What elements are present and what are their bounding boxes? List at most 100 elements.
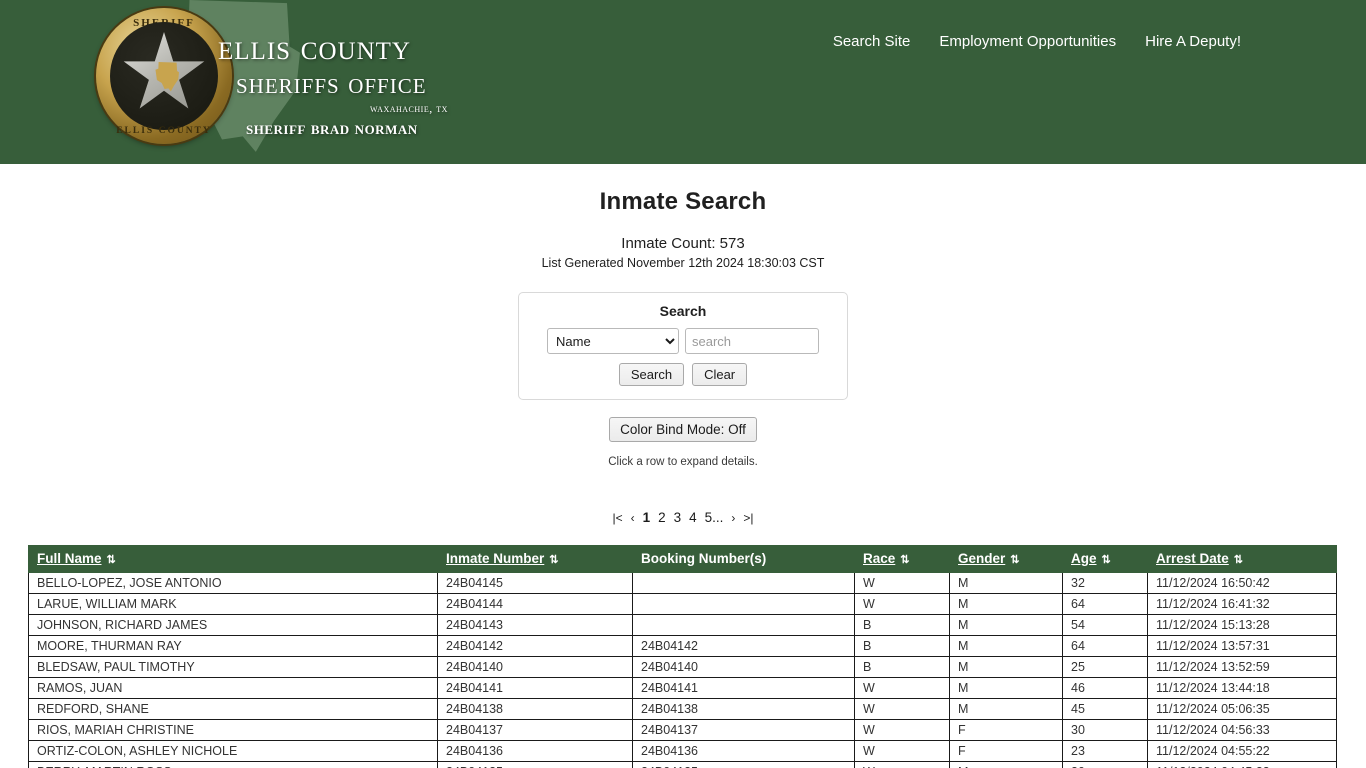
table-row[interactable]: JOHNSON, RICHARD JAMES 24B04143 B M 54 11/12/…	[28, 614, 1337, 636]
cell-full-name: BELLO-LOPEZ, JOSE ANTONIO	[28, 572, 438, 594]
cell-booking-numbers	[632, 572, 855, 594]
sort-icon[interactable]: ⇅	[900, 553, 909, 566]
sort-icon[interactable]: ⇅	[1234, 553, 1243, 566]
cell-full-name: BERRY, MARTIN ROSS	[28, 761, 438, 768]
cell-race: B	[854, 656, 950, 678]
search-panel-title: Search	[659, 303, 707, 319]
pagination-page-5-more[interactable]: 5...	[705, 510, 724, 525]
cell-arrest-date: 11/12/2024 13:57:31	[1147, 635, 1337, 657]
cell-gender: M	[949, 656, 1063, 678]
cell-inmate-number: 24B04137	[437, 719, 633, 741]
sort-icon[interactable]: ⇅	[1102, 553, 1111, 566]
seal-bottom-text: ELLIS COUNTY	[116, 126, 212, 136]
cell-age: 32	[1062, 572, 1148, 594]
table-row[interactable]: BLEDSAW, PAUL TIMOTHY 24B04140 24B04140 B M 2…	[28, 656, 1337, 678]
column-header-full-name-label[interactable]: Full Name	[37, 551, 102, 566]
column-header-gender-label[interactable]: Gender	[958, 551, 1005, 566]
cell-inmate-number: 24B04145	[437, 572, 633, 594]
nav-link-employment-opportunities[interactable]: Employment Opportunities	[939, 33, 1116, 50]
row-expand-hint: Click a row to expand details.	[608, 456, 758, 468]
table-row[interactable]: RIOS, MARIAH CHRISTINE 24B04137 24B04137 W F…	[28, 719, 1337, 741]
column-header-booking-numbers: Booking Number(s)	[632, 545, 855, 573]
cell-gender: M	[949, 635, 1063, 657]
search-input[interactable]	[685, 328, 819, 354]
cell-race: W	[854, 572, 950, 594]
pagination-page-2[interactable]: 2	[658, 510, 666, 525]
sheriff-badge-seal-icon: SHERIFF ELLIS COUNTY	[96, 8, 232, 144]
cell-inmate-number: 24B04135	[437, 761, 633, 768]
cell-inmate-number: 24B04142	[437, 635, 633, 657]
sort-icon[interactable]: ⇅	[549, 553, 558, 566]
sort-icon[interactable]: ⇅	[107, 553, 116, 566]
table-row[interactable]: BERRY, MARTIN ROSS24B0413524B04135WM3011…	[28, 761, 1337, 768]
table-row[interactable]: MOORE, THURMAN RAY 24B04142 24B04142 B M 64 11…	[28, 635, 1337, 657]
cell-gender: M	[949, 572, 1063, 594]
column-header-gender[interactable]: Gender ⇅	[949, 545, 1063, 573]
cell-age: 30	[1062, 719, 1148, 741]
column-header-full-name[interactable]: Full Name ⇅	[28, 545, 438, 573]
column-header-inmate-number[interactable]: Inmate Number ⇅	[437, 545, 633, 573]
cell-inmate-number: 24B04141	[437, 677, 633, 699]
cell-inmate-number: 24B04136	[437, 740, 633, 762]
brand-line-sheriff-name: Sheriff Brad Norman	[246, 117, 418, 138]
table-row[interactable]: BELLO-LOPEZ, JOSE ANTONIO 24B04145 W M 32 11/…	[28, 572, 1337, 594]
cell-race: W	[854, 677, 950, 699]
inmate-table-container: Full Name ⇅ Inmate Number ⇅ Booking Number…	[28, 545, 1337, 768]
cell-gender: F	[949, 740, 1063, 762]
cell-age: 45	[1062, 698, 1148, 720]
table-row[interactable]: ORTIZ-COLON, ASHLEY NICHOLE 24B04136 24B04…	[28, 740, 1337, 762]
column-header-arrest-date[interactable]: Arrest Date ⇅	[1147, 545, 1337, 573]
inmate-table-header-row: Full Name ⇅ Inmate Number ⇅ Booking Number…	[28, 545, 1337, 573]
nav-link-search-site[interactable]: Search Site	[833, 33, 911, 50]
star-icon	[123, 32, 205, 109]
pagination-page-1[interactable]: 1	[643, 510, 651, 525]
texas-star-inset-icon	[155, 62, 179, 92]
cell-gender: M	[949, 698, 1063, 720]
cell-booking-numbers: 24B04135	[632, 761, 855, 768]
cell-arrest-date: 11/12/2024 04:55:22	[1147, 740, 1337, 762]
search-panel: Search Name Search Clear	[518, 292, 848, 400]
pagination-page-4[interactable]: 4	[689, 510, 697, 525]
inmate-count: Inmate Count: 573	[621, 235, 745, 252]
search-button[interactable]: Search	[618, 363, 685, 386]
color-blind-mode-toggle[interactable]: Color Bind Mode: Off	[609, 417, 757, 442]
pagination-first[interactable]: |<	[612, 511, 622, 525]
cell-inmate-number: 24B04138	[437, 698, 633, 720]
inmate-table-body: BELLO-LOPEZ, JOSE ANTONIO 24B04145 W M 32 11/…	[28, 572, 1337, 768]
table-row[interactable]: LARUE, WILLIAM MARK 24B04144 W M 64 11/12/202…	[28, 593, 1337, 615]
main-content: Inmate Search Inmate Count: 573 List Gen…	[0, 188, 1366, 768]
cell-gender: M	[949, 677, 1063, 699]
inmate-table-head: Full Name ⇅ Inmate Number ⇅ Booking Number…	[28, 545, 1337, 573]
cell-race: B	[854, 635, 950, 657]
cell-arrest-date: 11/12/2024 15:13:28	[1147, 614, 1337, 636]
pagination-next[interactable]: ›	[731, 511, 735, 525]
sort-icon[interactable]: ⇅	[1010, 553, 1019, 566]
column-header-arrest-date-label[interactable]: Arrest Date	[1156, 551, 1229, 566]
cell-inmate-number: 24B04144	[437, 593, 633, 615]
table-row[interactable]: RAMOS, JUAN 24B04141 24B04141 W M 46 11/12/202…	[28, 677, 1337, 699]
cell-arrest-date: 11/12/2024 16:50:42	[1147, 572, 1337, 594]
inmate-table: Full Name ⇅ Inmate Number ⇅ Booking Number…	[28, 545, 1337, 768]
cell-arrest-date: 11/12/2024 05:06:35	[1147, 698, 1337, 720]
nav-link-hire-a-deputy[interactable]: Hire A Deputy!	[1145, 33, 1241, 50]
clear-button[interactable]: Clear	[692, 363, 748, 386]
column-header-race[interactable]: Race ⇅	[854, 545, 950, 573]
cell-inmate-number: 24B04140	[437, 656, 633, 678]
pagination-page-3[interactable]: 3	[674, 510, 682, 525]
column-header-race-label[interactable]: Race	[863, 551, 895, 566]
cell-race: W	[854, 740, 950, 762]
cell-gender: M	[949, 593, 1063, 615]
cell-full-name: JOHNSON, RICHARD JAMES	[28, 614, 438, 636]
cell-age: 54	[1062, 614, 1148, 636]
search-field-select[interactable]: Name	[547, 328, 679, 354]
column-header-age-label[interactable]: Age	[1071, 551, 1097, 566]
table-row[interactable]: REDFORD, SHANE 24B04138 24B04138 W M 45 11/12/…	[28, 698, 1337, 720]
pagination-last[interactable]: >|	[743, 511, 753, 525]
top-navigation: Search Site Employment Opportunities Hir…	[833, 33, 1241, 50]
column-header-inmate-number-label[interactable]: Inmate Number	[446, 551, 544, 566]
column-header-age[interactable]: Age ⇅	[1062, 545, 1148, 573]
cell-race: W	[854, 719, 950, 741]
pagination-prev[interactable]: ‹	[631, 511, 635, 525]
cell-age: 30	[1062, 761, 1148, 768]
cell-full-name: RIOS, MARIAH CHRISTINE	[28, 719, 438, 741]
